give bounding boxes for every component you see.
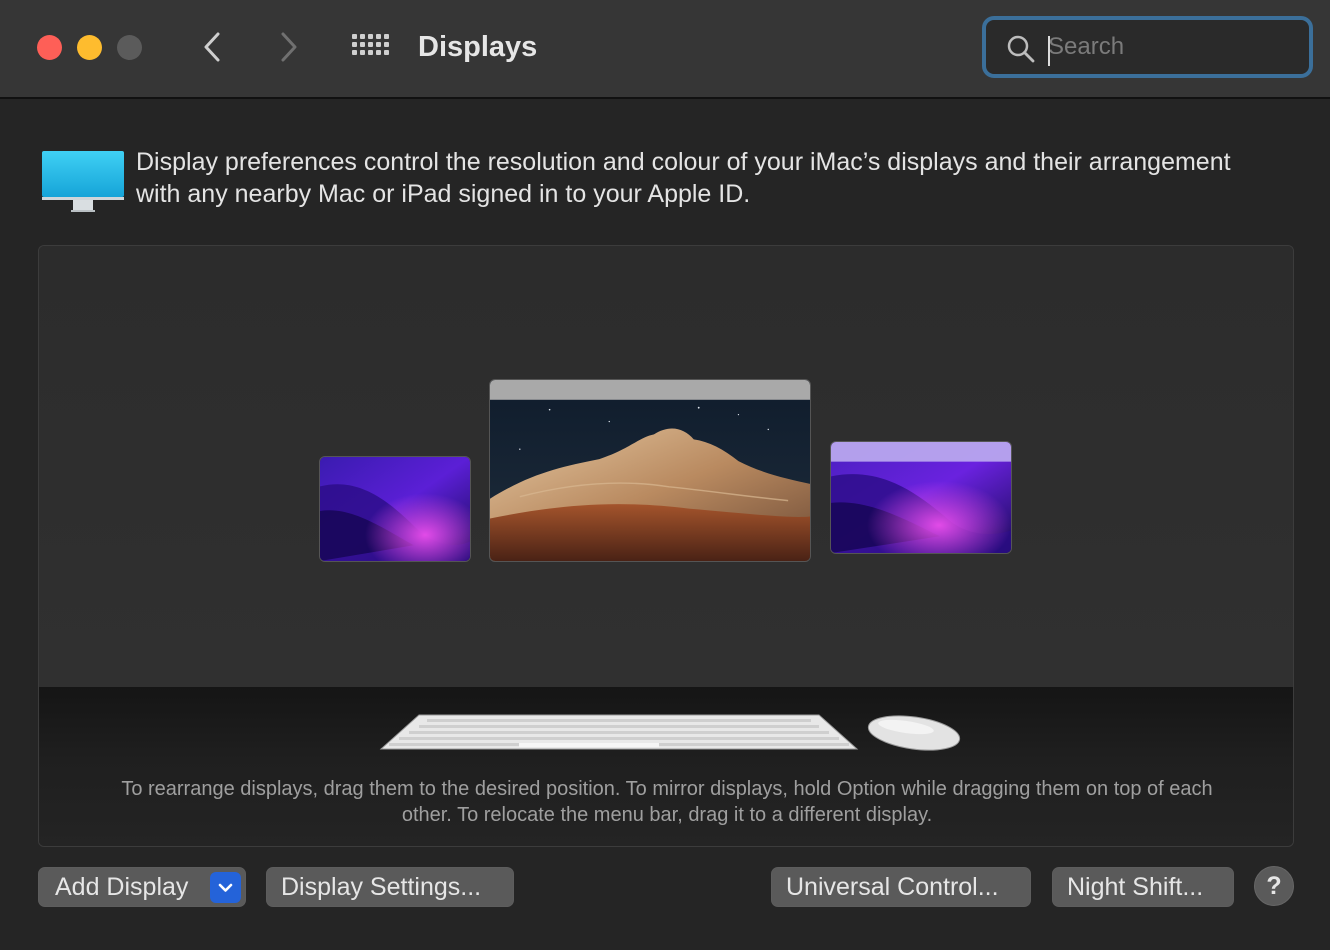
minimize-button[interactable] bbox=[77, 35, 102, 60]
window-title: Displays bbox=[418, 31, 538, 63]
search-icon bbox=[1007, 35, 1035, 63]
title-bar: Displays bbox=[0, 0, 1330, 99]
displays-window: Displays Display preferences control the… bbox=[0, 0, 1330, 950]
keyboard-icon bbox=[379, 714, 859, 750]
mouse-icon bbox=[867, 715, 961, 751]
text-caret bbox=[1048, 36, 1050, 66]
instructions-text: To rearrange displays, drag them to the … bbox=[121, 778, 1213, 826]
display-icon bbox=[42, 151, 124, 212]
arrangement-panel: To rearrange displays, drag them to the … bbox=[38, 245, 1294, 847]
chevron-right-icon bbox=[281, 32, 297, 62]
universal-control-button[interactable]: Universal Control... bbox=[771, 867, 1031, 907]
display-main[interactable] bbox=[489, 379, 811, 562]
zoom-button[interactable] bbox=[117, 35, 142, 60]
description-text: Display preferences control the resoluti… bbox=[136, 148, 1231, 208]
wallpaper-desert bbox=[490, 380, 810, 561]
show-all-button[interactable] bbox=[349, 29, 389, 69]
wallpaper-purple bbox=[320, 457, 470, 561]
add-display-button[interactable]: Add Display bbox=[38, 867, 246, 907]
chevron-left-icon bbox=[204, 32, 220, 62]
add-display-label: Add Display bbox=[55, 873, 189, 901]
search-input[interactable] bbox=[1048, 30, 1298, 64]
display-settings-button[interactable]: Display Settings... bbox=[266, 867, 514, 907]
display-right[interactable] bbox=[830, 441, 1012, 554]
dropdown-toggle[interactable] bbox=[210, 872, 241, 903]
back-button[interactable] bbox=[193, 28, 233, 68]
close-button[interactable] bbox=[37, 35, 62, 60]
menu-bar-indicator bbox=[831, 442, 1011, 462]
search-field[interactable] bbox=[982, 16, 1313, 78]
display-left[interactable] bbox=[319, 456, 471, 562]
grid-icon bbox=[352, 34, 389, 55]
help-button[interactable]: ? bbox=[1254, 866, 1294, 906]
chevron-down-icon bbox=[218, 883, 233, 892]
wallpaper-purple bbox=[831, 442, 1011, 553]
night-shift-button[interactable]: Night Shift... bbox=[1052, 867, 1234, 907]
forward-button[interactable] bbox=[268, 28, 308, 68]
